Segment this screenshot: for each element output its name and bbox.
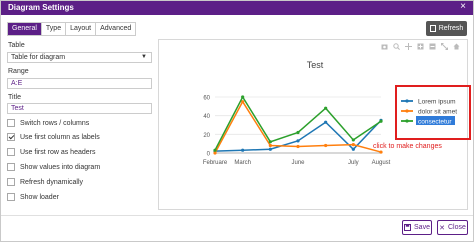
checkbox-box[interactable] <box>7 119 15 127</box>
data-point <box>324 106 328 110</box>
checkbox-label: Use first column as labels <box>20 133 100 141</box>
annotation-highlight-box <box>395 85 471 140</box>
close-button[interactable]: ✕ Close <box>437 220 468 235</box>
title-input[interactable]: Test <box>7 103 152 114</box>
data-point <box>213 151 217 155</box>
checkbox-first-row-headers[interactable]: Use first row as headers <box>7 147 95 157</box>
data-point <box>351 138 355 142</box>
x-tick-label: Februare <box>203 160 228 166</box>
chevron-down-icon: ▼ <box>141 54 147 60</box>
y-tick-label: 20 <box>203 133 210 139</box>
checkbox-box[interactable] <box>7 163 15 171</box>
data-point <box>241 148 245 152</box>
data-point <box>379 119 383 123</box>
checkbox-first-column-labels[interactable]: Use first column as labels <box>7 132 100 142</box>
data-point <box>213 148 217 152</box>
close-label: Close <box>447 224 466 231</box>
diagram-settings-dialog: Diagram Settings × General Type Layout A… <box>0 0 474 242</box>
data-point <box>351 147 355 151</box>
data-point <box>268 147 272 151</box>
title-label: Title <box>8 94 21 101</box>
checkbox-box[interactable] <box>7 148 15 156</box>
checkbox-label: Use first row as headers <box>20 148 96 156</box>
data-point <box>379 150 383 154</box>
checkbox-box[interactable] <box>7 193 15 201</box>
table-select[interactable]: Table for diagram ▼ <box>7 52 152 63</box>
checkbox-refresh-dynamically[interactable]: Refresh dynamically <box>7 177 83 187</box>
data-point <box>296 139 300 143</box>
zoom-out-icon[interactable] <box>429 43 436 50</box>
table-select-value: Table for diagram <box>11 54 66 61</box>
chart-toolbar <box>381 43 460 51</box>
x-tick-label: June <box>291 160 305 166</box>
annotation-text: click to make changes <box>373 143 442 150</box>
checkbox-switch-rows[interactable]: Switch rows / columns <box>7 118 89 128</box>
checkbox-label: Show values into diagram <box>20 163 101 171</box>
tab-type[interactable]: Type <box>41 23 67 35</box>
checkbox-label: Switch rows / columns <box>20 119 90 127</box>
y-tick-label: 40 <box>203 114 210 120</box>
refresh-label: Refresh <box>438 25 464 32</box>
autoscale-icon[interactable] <box>441 43 448 50</box>
tab-advanced[interactable]: Advanced <box>96 23 136 35</box>
y-tick-label: 60 <box>203 96 210 102</box>
chart-title: Test <box>307 60 324 70</box>
x-tick-label: August <box>372 160 391 166</box>
window-title: Diagram Settings <box>8 3 74 12</box>
tab-bar: General Type Layout Advanced <box>7 22 137 36</box>
save-icon <box>404 224 412 231</box>
checkbox-label: Show loader <box>20 193 59 201</box>
tab-layout[interactable]: Layout <box>66 23 97 35</box>
zoom-icon[interactable] <box>393 43 400 50</box>
close-icon[interactable]: × <box>460 2 466 12</box>
range-label: Range <box>8 68 29 75</box>
x-tick-label: March <box>234 160 251 166</box>
checkbox-label: Refresh dynamically <box>20 178 84 186</box>
save-button[interactable]: Save <box>402 220 432 235</box>
document-icon <box>429 25 436 32</box>
checkbox-box[interactable] <box>7 133 15 141</box>
checkbox-show-values[interactable]: Show values into diagram <box>7 162 100 172</box>
data-point <box>351 143 355 147</box>
data-point <box>268 143 272 148</box>
data-point <box>324 143 328 148</box>
checkbox-show-loader[interactable]: Show loader <box>7 192 59 202</box>
range-input[interactable]: A:E <box>7 78 152 89</box>
titlebar: Diagram Settings × <box>1 1 473 15</box>
data-point <box>296 144 300 149</box>
zoom-in-icon[interactable] <box>417 43 424 50</box>
save-label: Save <box>414 224 430 231</box>
checkbox-box[interactable] <box>7 178 15 186</box>
tab-general[interactable]: General <box>8 23 42 35</box>
data-point <box>324 120 328 124</box>
x-tick-label: July <box>348 160 359 166</box>
close-x-icon: ✕ <box>439 224 445 232</box>
refresh-button[interactable]: Refresh <box>426 21 467 36</box>
data-point <box>296 130 300 135</box>
pan-icon[interactable] <box>405 43 412 50</box>
camera-icon[interactable] <box>381 43 388 50</box>
y-tick-label: 0 <box>207 152 211 158</box>
footer-divider <box>1 215 473 216</box>
table-label: Table <box>8 42 25 49</box>
data-point <box>268 140 272 144</box>
home-icon[interactable] <box>453 43 460 50</box>
data-point <box>241 95 245 99</box>
